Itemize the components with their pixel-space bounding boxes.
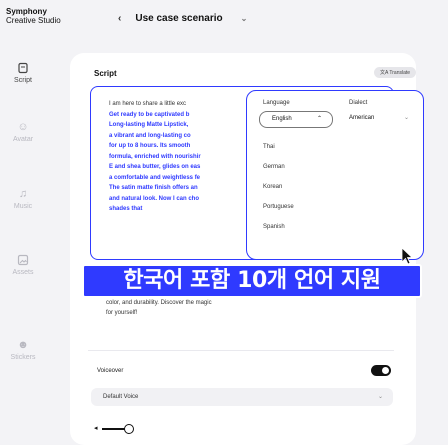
chevron-down-icon: ⌄	[403, 115, 409, 121]
translate-button[interactable]: 文A Translate	[374, 67, 417, 78]
slider-handle[interactable]	[124, 424, 134, 434]
scenario-selector[interactable]: ‹ Use case scenario ⌄	[118, 13, 247, 24]
sidebar-item-script[interactable]: Script	[0, 62, 46, 84]
script-line-highlight: Long-lasting Matte Lipstick,	[109, 122, 189, 128]
app-brand: Symphony Creative Studio	[6, 7, 61, 25]
translate-icon: 文A	[380, 70, 389, 76]
document-icon	[17, 62, 29, 74]
dialect-select[interactable]: American ⌄	[349, 111, 409, 128]
sidebar-item-label: Stickers	[10, 354, 36, 361]
script-text: I am here to share a little exc Get read…	[109, 99, 239, 215]
sidebar-item-avatar[interactable]: ☺ Avatar	[0, 121, 46, 143]
script-line-highlight: for up to 8 hours. Its smooth	[109, 143, 191, 149]
script-line-highlight: formula, enriched with nourishir	[109, 153, 201, 160]
sidebar-item-label: Music	[13, 203, 33, 210]
brand-subtitle: Creative Studio	[6, 16, 61, 25]
sidebar: Script ☺ Avatar ♫ Music Assets ☻ Sticker…	[0, 52, 46, 445]
brand-name: Symphony	[6, 7, 47, 16]
script-line-highlight: Get ready to be captivated b	[109, 111, 190, 118]
script-line-highlight: The satin matte finish offers an	[109, 185, 198, 191]
language-dropdown: Language Dialect English ⌃ American ⌄ Th…	[246, 90, 424, 260]
language-selected: English	[272, 116, 292, 122]
volume-slider[interactable]: ◂	[94, 424, 134, 434]
language-option[interactable]: Portuguese	[263, 197, 333, 217]
sidebar-item-music[interactable]: ♫ Music	[0, 188, 46, 210]
voice-select[interactable]: Default Voice ⌄	[91, 388, 393, 406]
sidebar-item-stickers[interactable]: ☻ Stickers	[0, 339, 46, 361]
voice-selected: Default Voice	[103, 394, 139, 400]
chevron-down-icon[interactable]: ⌄	[241, 14, 248, 23]
chevron-down-icon: ⌄	[377, 394, 383, 400]
script-line: I am here to share a little exc	[109, 101, 187, 107]
mouse-cursor-icon	[401, 247, 414, 265]
language-options: Thai German Korean Portuguese Spanish	[263, 137, 333, 237]
language-select[interactable]: English ⌃	[259, 111, 333, 128]
language-option[interactable]: German	[263, 157, 333, 177]
divider	[88, 350, 394, 351]
sidebar-item-label: Avatar	[12, 136, 34, 143]
script-line: color, and durability. Discover the magi…	[106, 300, 212, 306]
sticker-icon: ☻	[17, 339, 29, 351]
language-option[interactable]: Thai	[263, 137, 333, 157]
promo-banner: 한국어 포함 10개 언어 지원	[82, 264, 422, 298]
person-icon: ☺	[17, 121, 29, 133]
script-section-title: Script	[94, 69, 117, 78]
voiceover-toggle[interactable]	[371, 365, 391, 376]
dialect-selected: American	[349, 115, 375, 121]
sidebar-item-assets[interactable]: Assets	[0, 254, 46, 276]
translate-label: Translate	[389, 70, 411, 76]
music-note-icon: ♫	[18, 188, 28, 200]
script-line: for yourself!	[106, 310, 138, 316]
chevron-up-icon: ⌃	[316, 116, 322, 122]
language-label: Language	[263, 100, 290, 106]
script-line-highlight: a comfortable and weightless fe	[109, 174, 201, 181]
dialect-label: Dialect	[349, 100, 368, 106]
sidebar-item-label: Assets	[12, 269, 34, 276]
volume-icon: ◂	[94, 425, 98, 432]
chevron-left-icon[interactable]: ‹	[118, 13, 121, 24]
slider-track	[102, 428, 126, 430]
scenario-title: Use case scenario	[135, 13, 223, 24]
language-option[interactable]: Spanish	[263, 217, 333, 237]
toggle-knob	[382, 367, 389, 374]
script-line-highlight: a vibrant and long-lasting co	[109, 132, 191, 139]
script-line-highlight: shades that	[109, 206, 143, 212]
script-line-highlight: and natural look. Now I can cho	[109, 195, 200, 202]
language-option[interactable]: Korean	[263, 177, 333, 197]
image-icon	[17, 254, 29, 266]
script-tail-text: color, and durability. Discover the magi…	[106, 298, 276, 318]
script-line-highlight: E and shea butter, glides on eas	[109, 164, 201, 170]
sidebar-item-label: Script	[14, 77, 32, 84]
voiceover-label: Voiceover	[97, 368, 124, 374]
